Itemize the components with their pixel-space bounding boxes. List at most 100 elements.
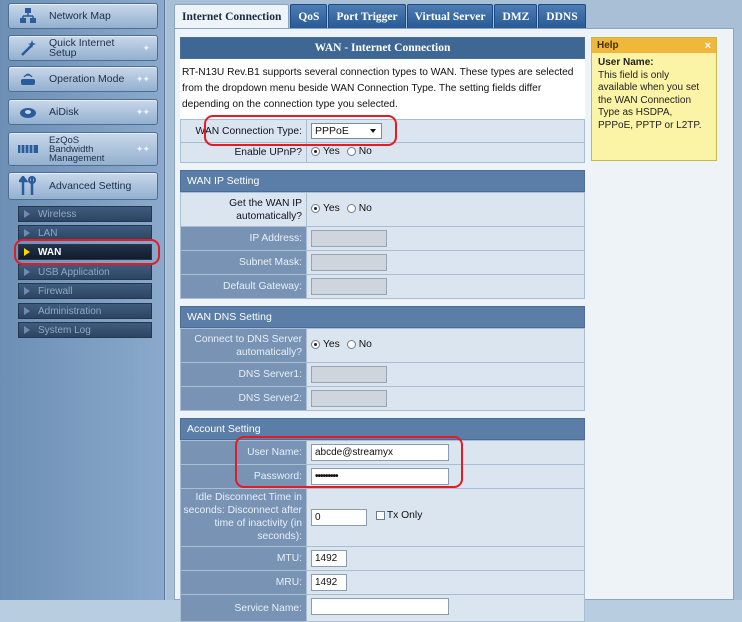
mru-label: MRU: — [180, 570, 307, 595]
sub-item-label: Wireless — [38, 208, 77, 220]
dns-server1-input — [311, 366, 387, 383]
nav-operation-mode-label: Operation Mode — [49, 73, 125, 85]
nav-advanced-setting-label: Advanced Setting — [49, 180, 132, 192]
dns-server2-label: DNS Server2: — [180, 386, 307, 411]
bandwidth-icon — [17, 139, 39, 159]
arrow-right-icon — [24, 287, 30, 295]
upnp-no-radio[interactable]: No — [346, 146, 372, 157]
service-name-label: Service Name: — [180, 594, 307, 622]
radio-label: No — [358, 339, 372, 350]
idle-disconnect-input[interactable]: 0 — [311, 509, 367, 526]
radio-label: No — [358, 146, 372, 157]
dns-server2-input — [311, 390, 387, 407]
upnp-yes-radio[interactable]: Yes — [311, 146, 340, 157]
ip-auto-no-radio[interactable]: No — [346, 203, 372, 214]
sparkle-icon: ✦✦ — [135, 106, 150, 117]
content-panel: WAN - Internet Connection RT-N13U Rev.B1… — [174, 28, 734, 622]
aidisk-icon — [17, 102, 39, 122]
network-map-icon — [17, 6, 39, 26]
sub-item-administration[interactable]: Administration — [18, 303, 152, 319]
wan-dns-table: Connect to DNS Server automatically? Yes… — [180, 328, 585, 411]
arrow-right-icon — [24, 326, 30, 334]
wan-dns-section-title: WAN DNS Setting — [180, 306, 585, 328]
wan-ip-section-title: WAN IP Setting — [180, 170, 585, 192]
subnet-mask-input — [311, 254, 387, 271]
sidebar: Network Map Quick Internet Setup ✦ Opera… — [0, 0, 165, 600]
highlight-wan — [14, 239, 160, 265]
tx-only-checkbox[interactable]: Tx Only — [375, 510, 423, 521]
sub-item-label: LAN — [38, 227, 58, 239]
nav-ezqos[interactable]: EzQoS Bandwidth Management ✦✦ — [8, 132, 158, 166]
nav-advanced-setting[interactable]: Advanced Setting — [8, 172, 158, 200]
help-body: User Name: This field is only available … — [592, 53, 716, 136]
mtu-input[interactable]: 1492 — [311, 550, 347, 567]
help-text: This field is only available when you se… — [598, 69, 702, 131]
sparkle-icon: ✦✦ — [135, 73, 150, 84]
nav-ezqos-label: EzQoS Bandwidth Management — [49, 134, 105, 164]
router-icon — [17, 69, 39, 89]
radio-dot — [311, 147, 320, 156]
help-title: Help — [597, 40, 619, 51]
nav-quick-internet-setup-label: Quick Internet Setup — [49, 37, 115, 59]
form-description: RT-N13U Rev.B1 supports several connecti… — [180, 59, 585, 119]
dns-auto-label: Connect to DNS Server automatically? — [180, 328, 307, 363]
subnet-mask-label: Subnet Mask: — [180, 250, 307, 275]
nav-operation-mode[interactable]: Operation Mode ✦✦ — [8, 66, 158, 92]
highlight-account-credentials — [235, 436, 463, 488]
dns-auto-yes-radio[interactable]: Yes — [311, 339, 340, 350]
default-gateway-label: Default Gateway: — [180, 274, 307, 299]
arrow-right-icon — [24, 268, 30, 276]
tools-icon — [17, 176, 39, 196]
tab-bar: Internet Connection QoS Port Trigger Vir… — [174, 4, 587, 29]
tab-ddns[interactable]: DDNS — [538, 4, 586, 28]
radio-dot — [311, 340, 320, 349]
main-content: Internet Connection QoS Port Trigger Vir… — [166, 0, 742, 622]
form-title: WAN - Internet Connection — [180, 37, 585, 59]
radio-label: No — [358, 203, 372, 214]
sub-item-firewall[interactable]: Firewall — [18, 283, 152, 299]
nav-quick-internet-setup[interactable]: Quick Internet Setup ✦ — [8, 35, 158, 61]
sub-item-wireless[interactable]: Wireless — [18, 206, 152, 222]
sub-item-label: System Log — [38, 324, 91, 336]
radio-label: Yes — [323, 203, 340, 214]
sub-item-usb-application[interactable]: USB Application — [18, 264, 152, 280]
arrow-right-icon — [24, 307, 30, 315]
sparkle-icon: ✦✦ — [135, 143, 150, 154]
nav-aidisk[interactable]: AiDisk ✦✦ — [8, 99, 158, 125]
arrow-right-icon — [24, 229, 30, 237]
sub-item-label: USB Application — [38, 266, 110, 278]
dns-auto-no-radio[interactable]: No — [346, 339, 372, 350]
ip-auto-yes-radio[interactable]: Yes — [311, 203, 340, 214]
tab-internet-connection[interactable]: Internet Connection — [174, 4, 290, 28]
tab-port-trigger[interactable]: Port Trigger — [328, 4, 406, 28]
checkbox-box — [375, 511, 385, 520]
help-panel: Help × User Name: This field is only ava… — [591, 37, 717, 161]
magic-wand-icon — [17, 38, 39, 58]
sub-item-system-log[interactable]: System Log — [18, 322, 152, 338]
close-icon[interactable]: × — [705, 40, 711, 52]
tx-only-label: Tx Only — [386, 510, 423, 521]
radio-dot — [346, 340, 356, 349]
service-name-input[interactable] — [311, 598, 449, 615]
sub-item-label: Administration — [38, 305, 102, 317]
idle-disconnect-label: Idle Disconnect Time in seconds: Disconn… — [180, 488, 307, 547]
sparkle-icon: ✦ — [142, 42, 149, 53]
nav-aidisk-label: AiDisk — [49, 106, 79, 118]
ip-address-label: IP Address: — [180, 226, 307, 251]
help-heading: User Name: — [598, 57, 654, 68]
tab-virtual-server[interactable]: Virtual Server — [406, 4, 494, 28]
dns-server1-label: DNS Server1: — [180, 362, 307, 387]
radio-dot — [311, 204, 320, 213]
radio-label: Yes — [323, 146, 340, 157]
nav-network-map-label: Network Map — [49, 10, 111, 22]
mtu-label: MTU: — [180, 546, 307, 571]
radio-dot — [346, 204, 356, 213]
tab-dmz[interactable]: DMZ — [494, 4, 538, 28]
ip-auto-label: Get the WAN IP automatically? — [180, 192, 307, 227]
nav-network-map[interactable]: Network Map — [8, 3, 158, 29]
tab-qos[interactable]: QoS — [290, 4, 328, 28]
mru-input[interactable]: 1492 — [311, 574, 347, 591]
highlight-wan-connection-type — [204, 115, 397, 146]
help-header: Help × — [592, 38, 716, 53]
arrow-right-icon — [24, 210, 30, 218]
